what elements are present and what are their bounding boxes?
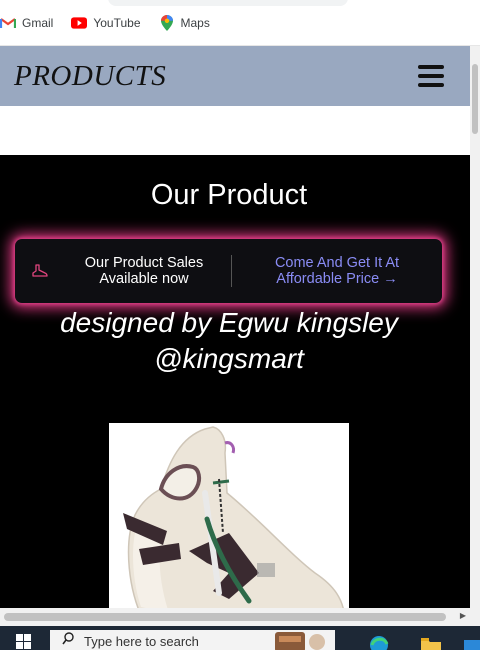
gmail-icon (0, 16, 16, 30)
vertical-scrollbar[interactable] (470, 46, 480, 608)
shoe-icon (15, 264, 65, 278)
promo-right-line1: Come And Get It At (274, 255, 400, 271)
promo-left-line2: Available now (99, 271, 189, 287)
scroll-right-arrow-icon[interactable]: ▶ (460, 611, 466, 620)
promo-right-line2: Affordable Price → (276, 271, 398, 287)
horizontal-scroll-thumb[interactable] (4, 613, 446, 621)
bookmarks-bar: Gmail YouTube Maps (0, 0, 480, 46)
windows-taskbar: Type here to search (0, 626, 480, 650)
search-icon (62, 631, 74, 650)
section-title: Our Product (150, 179, 308, 211)
bookmark-label: Maps (180, 15, 210, 30)
promo-left-text: Our Product Sales Available now (65, 255, 223, 287)
windows-start-icon[interactable] (16, 634, 32, 650)
brand-logo[interactable]: PRODUCTS (14, 60, 166, 93)
youtube-icon (71, 16, 88, 30)
credit-line1: designed by Egwu kingsley (60, 307, 398, 338)
bookmark-gmail[interactable]: Gmail (0, 16, 53, 30)
promo-left-line1: Our Product Sales (84, 255, 204, 271)
horizontal-scrollbar[interactable]: ▶ (0, 608, 480, 626)
bookmark-maps[interactable]: Maps (159, 14, 210, 31)
address-bar[interactable] (108, 0, 348, 6)
hero-section: Our Product Our Product Sales Available … (0, 155, 470, 608)
bookmark-youtube[interactable]: YouTube (71, 15, 141, 30)
maps-icon (159, 14, 175, 31)
store-icon[interactable] (462, 634, 480, 650)
promo-banner: Our Product Sales Available now Come And… (15, 239, 442, 303)
designer-credit: designed by Egwu kingsley @kingsmart (0, 305, 458, 377)
product-image[interactable] (109, 423, 349, 608)
vertical-scroll-thumb[interactable] (472, 64, 478, 134)
hamburger-menu-icon[interactable] (418, 65, 444, 87)
white-spacer (0, 106, 470, 155)
edge-browser-icon[interactable] (368, 634, 390, 650)
page-viewport: PRODUCTS Our Product Our Product Sales A… (0, 46, 470, 608)
navbar: PRODUCTS (0, 46, 470, 106)
bookmark-label: Gmail (22, 15, 54, 30)
promo-link[interactable]: Come And Get It At Affordable Price → (232, 255, 442, 287)
search-highlight-icon (271, 630, 329, 650)
file-explorer-icon[interactable] (420, 634, 442, 650)
taskbar-search-box[interactable]: Type here to search (50, 630, 335, 650)
search-placeholder: Type here to search (84, 633, 199, 649)
credit-line2: @kingsmart (154, 343, 304, 374)
bookmark-label: YouTube (93, 15, 141, 30)
